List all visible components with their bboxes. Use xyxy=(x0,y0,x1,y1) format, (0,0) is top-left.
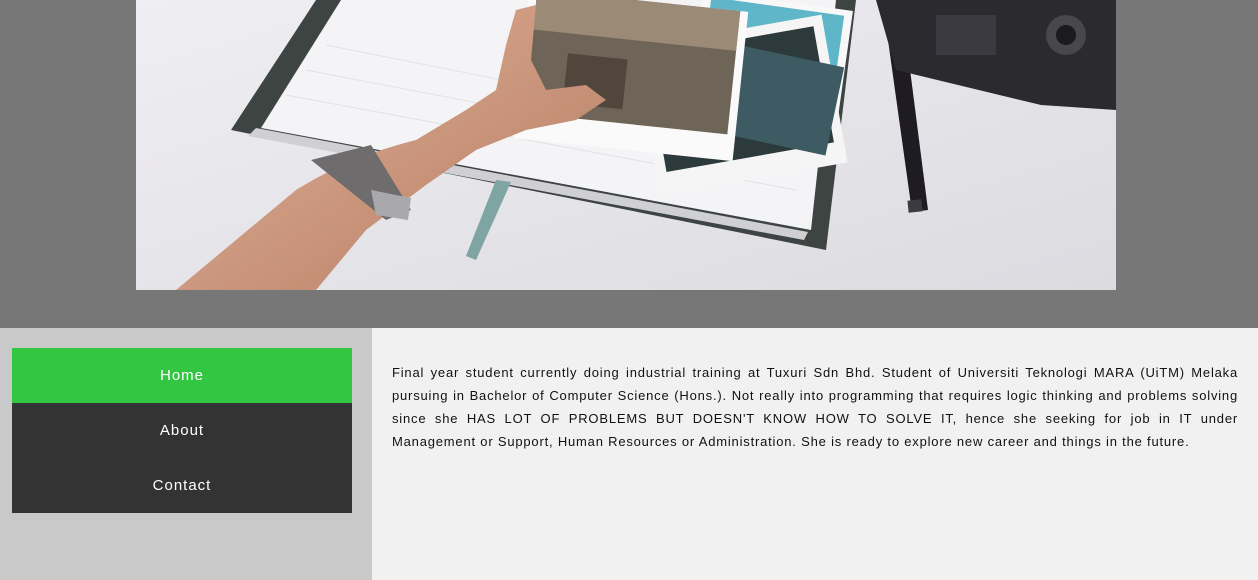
main-content: Final year student currently doing indus… xyxy=(372,328,1258,580)
nav-item-contact[interactable]: Contact xyxy=(12,458,352,513)
sidebar: Home About Contact xyxy=(0,328,372,580)
page-header xyxy=(0,0,1258,328)
bio-paragraph: Final year student currently doing indus… xyxy=(392,365,1238,449)
nav-item-home[interactable]: Home xyxy=(12,348,352,403)
sidebar-nav: Home About Contact xyxy=(12,348,352,513)
nav-item-about[interactable]: About xyxy=(12,403,352,458)
banner-image xyxy=(136,0,1116,290)
